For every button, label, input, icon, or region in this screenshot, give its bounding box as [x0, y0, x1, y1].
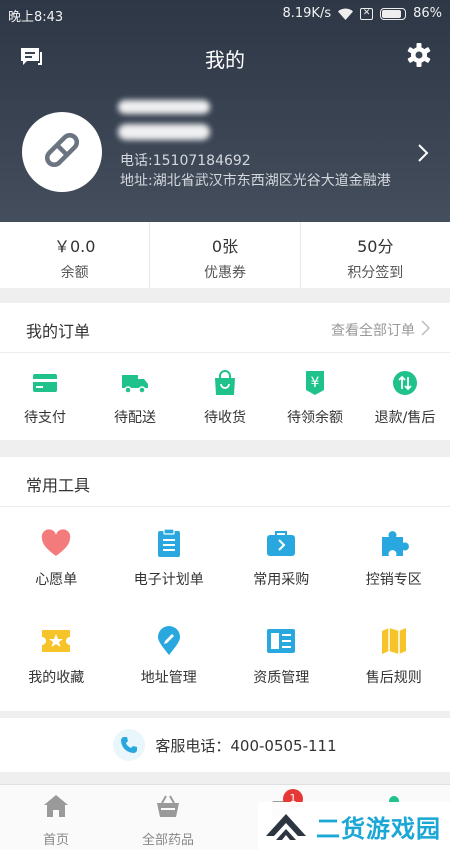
- avatar[interactable]: [22, 112, 102, 192]
- battery-icon: [380, 7, 407, 20]
- tool-wishlist[interactable]: 心愿单: [0, 507, 113, 605]
- redacted-username: [118, 100, 210, 114]
- profile-address: 地址:湖北省武汉市东西湖区光谷大道金融港: [120, 173, 391, 189]
- status-bar: 晚上8:43 8.19K/s ✕ 86%: [0, 0, 450, 28]
- tab-label: 首页: [42, 833, 69, 848]
- phone-icon: [113, 729, 146, 761]
- document-icon: [265, 625, 297, 657]
- account-stats: ￥0.0 余额 0张 优惠券 50分 积分签到: [0, 222, 450, 288]
- tool-label: 资质管理: [253, 670, 310, 686]
- tools-title: 常用工具: [26, 476, 91, 495]
- pill-capsule-icon: [40, 128, 84, 176]
- tools-section: 常用工具 心愿单 电子计划单 常用采购 控销专区 我的收藏 地址管理 资质管理 …: [0, 457, 450, 711]
- battery-percent: 86%: [413, 6, 442, 21]
- home-icon: [44, 795, 68, 817]
- title-bar: 我的: [0, 38, 450, 76]
- view-all-orders-link[interactable]: 查看全部订单: [331, 320, 431, 340]
- tool-frequent-purchase[interactable]: 常用采购: [225, 507, 338, 605]
- wifi-icon: [338, 8, 354, 20]
- order-item-label: 待收货: [204, 410, 246, 426]
- chevron-right-icon: [421, 320, 431, 340]
- tool-label: 地址管理: [140, 670, 197, 686]
- stat-label: 余额: [60, 265, 89, 281]
- order-status-row: 待支付 待配送 待收货 ¥ 待领余额 退款/售后: [0, 353, 450, 439]
- truck-icon: [121, 369, 149, 397]
- stat-coupons[interactable]: 0张 优惠券: [150, 222, 301, 288]
- orders-title: 我的订单: [26, 322, 91, 341]
- svg-text:¥: ¥: [311, 375, 320, 391]
- map-icon: [378, 625, 410, 657]
- stat-balance[interactable]: ￥0.0 余额: [0, 222, 151, 288]
- watermark: 二货游戏园: [258, 802, 450, 850]
- tool-label: 电子计划单: [133, 572, 204, 588]
- tools-grid: 心愿单 电子计划单 常用采购 控销专区 我的收藏 地址管理 资质管理 售后规则: [0, 507, 450, 703]
- orders-section: 我的订单 查看全部订单 待支付 待配送 待收货 ¥ 待领余额 退款/售后: [0, 303, 450, 440]
- status-indicators: 8.19K/s ✕ 86%: [282, 6, 442, 21]
- tool-label: 我的收藏: [28, 670, 85, 686]
- stat-value: ￥0.0: [53, 237, 96, 256]
- star-ticket-icon: [40, 625, 72, 657]
- heart-icon: [40, 527, 72, 559]
- tab-label: 全部药品: [141, 833, 194, 848]
- tool-my-favorites[interactable]: 我的收藏: [0, 605, 113, 703]
- view-all-orders-label: 查看全部订单: [331, 323, 415, 339]
- order-pending-balance[interactable]: ¥ 待领余额: [270, 353, 360, 439]
- tool-label: 控销专区: [365, 572, 422, 588]
- tab-all-medicines[interactable]: 全部药品: [112, 785, 224, 850]
- basket-icon: [157, 795, 179, 817]
- status-time: 晚上8:43: [8, 10, 64, 25]
- briefcase-icon: [265, 527, 297, 559]
- stat-value: 50分: [357, 237, 394, 256]
- order-pending-delivery[interactable]: 待配送: [90, 353, 180, 439]
- order-pending-payment[interactable]: 待支付: [0, 353, 90, 439]
- watermark-logo-icon: [264, 806, 308, 846]
- tool-qualification-management[interactable]: 资质管理: [225, 605, 338, 703]
- profile-phone: 电话:15107184692: [120, 153, 251, 169]
- tool-label: 心愿单: [35, 572, 78, 588]
- watermark-text: 二货游戏园: [316, 814, 441, 843]
- settings-gear-icon[interactable]: [406, 42, 432, 68]
- tool-label: 常用采购: [253, 572, 310, 588]
- redacted-company: [118, 124, 210, 140]
- tool-address-management[interactable]: 地址管理: [113, 605, 226, 703]
- stat-value: 0张: [211, 237, 239, 256]
- customer-service-line[interactable]: 客服电话：400-0505-111: [0, 718, 450, 772]
- order-refund-aftersale[interactable]: 退款/售后: [360, 353, 450, 439]
- yen-tag-icon: ¥: [301, 369, 329, 397]
- profile-header: 晚上8:43 8.19K/s ✕ 86% 我的 电话:15107184692 地…: [0, 0, 450, 222]
- tab-home[interactable]: 首页: [0, 785, 112, 850]
- orders-header: 我的订单 查看全部订单: [0, 303, 450, 353]
- puzzle-icon: [378, 527, 410, 559]
- location-pin-icon: [153, 625, 185, 657]
- stat-label: 优惠券: [203, 265, 246, 281]
- network-speed: 8.19K/s: [282, 6, 332, 21]
- clipboard-icon: [153, 527, 185, 559]
- stat-label: 积分签到: [347, 265, 404, 281]
- tool-e-plan[interactable]: 电子计划单: [113, 507, 226, 605]
- customer-service-phone: 客服电话：400-0505-111: [155, 736, 337, 755]
- chevron-right-icon[interactable]: [416, 143, 430, 163]
- tool-controlled-sales[interactable]: 控销专区: [338, 507, 450, 605]
- sim-icon: ✕: [360, 7, 374, 20]
- tool-aftersale-rules[interactable]: 售后规则: [338, 605, 450, 703]
- order-item-label: 待配送: [114, 410, 156, 426]
- order-pending-receipt[interactable]: 待收货: [180, 353, 270, 439]
- tool-label: 售后规则: [365, 670, 422, 686]
- tools-header: 常用工具: [0, 457, 450, 507]
- refund-icon: [391, 369, 419, 397]
- card-icon: [31, 369, 59, 397]
- order-item-label: 待支付: [24, 410, 66, 426]
- bag-icon: [211, 369, 239, 397]
- stat-points-checkin[interactable]: 50分 积分签到: [301, 222, 450, 288]
- order-item-label: 退款/售后: [374, 410, 436, 426]
- order-item-label: 待领余额: [287, 410, 343, 426]
- page-title: 我的: [205, 48, 245, 72]
